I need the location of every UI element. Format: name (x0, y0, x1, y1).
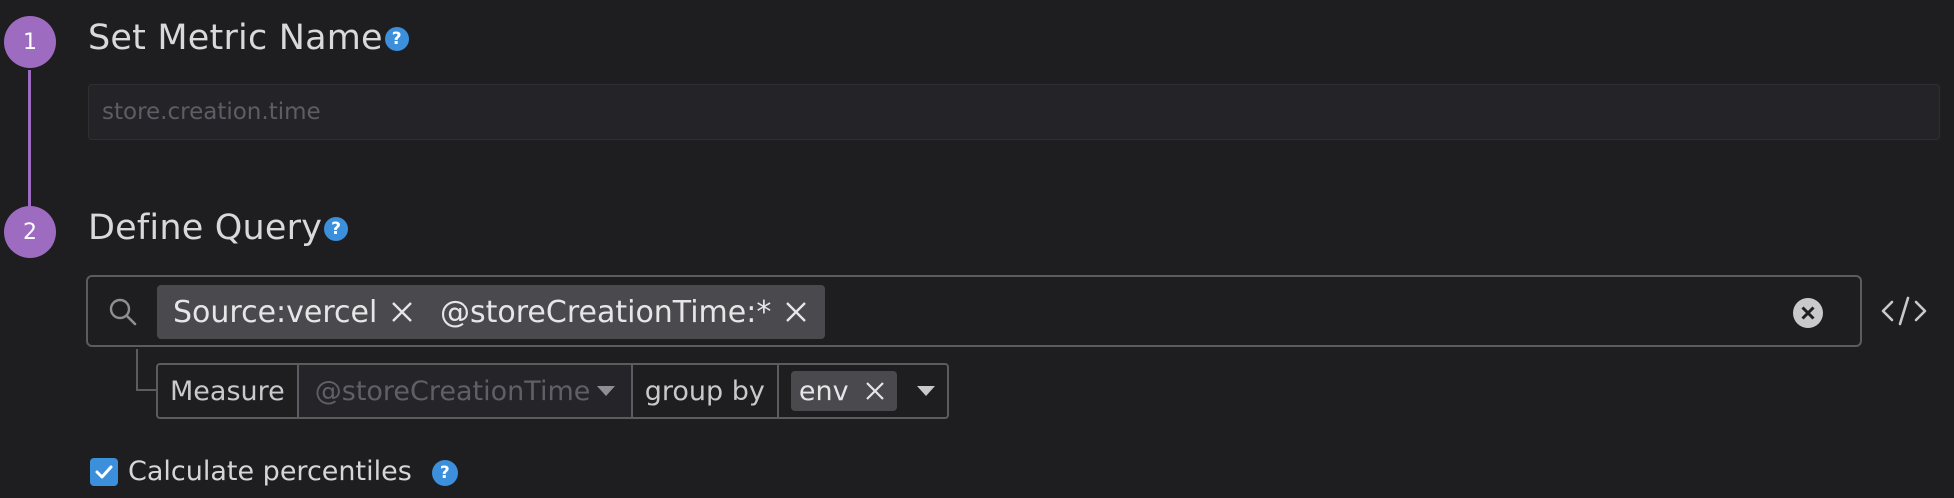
query-chip-source[interactable]: Source:vercel (157, 285, 432, 339)
query-search-bar[interactable]: Source:vercel @storeCreationTime:* (86, 275, 1862, 347)
percentiles-label: Calculate percentiles (128, 456, 412, 487)
caret-down-icon[interactable] (916, 386, 935, 396)
group-by-tag-env[interactable]: env (790, 371, 897, 411)
code-icon[interactable] (1880, 292, 1928, 330)
group-by-select[interactable]: env (779, 365, 947, 417)
measure-select[interactable]: @storeCreationTime (298, 365, 631, 417)
chip-label: @storeCreationTime:* (440, 294, 772, 330)
step-number: 2 (23, 219, 37, 245)
close-icon[interactable] (389, 299, 415, 325)
search-icon (109, 298, 137, 326)
close-icon[interactable] (783, 299, 809, 325)
tag-label: env (798, 375, 849, 407)
measure-placeholder: @storeCreationTime (314, 375, 591, 407)
metric-editor: 1 Set Metric Name ? 2 Define Query ? Sou… (0, 0, 1954, 498)
step-1-indicator: 1 (4, 16, 56, 68)
step-connector-line (28, 70, 31, 206)
help-icon[interactable]: ? (384, 27, 409, 51)
percentiles-checkbox[interactable] (90, 457, 118, 486)
chip-label: Source:vercel (173, 294, 378, 330)
measure-group-by-row: Measure @storeCreationTime group by env (156, 363, 949, 419)
query-tree-connector (136, 349, 158, 391)
step-title-text: Set Metric Name (88, 18, 383, 58)
help-icon[interactable]: ? (431, 459, 458, 486)
clear-circle-icon[interactable] (1792, 297, 1824, 329)
close-icon[interactable] (863, 379, 887, 403)
query-chip-attribute[interactable]: @storeCreationTime:* (424, 285, 826, 339)
group-by-label: group by (630, 365, 779, 417)
check-icon (95, 465, 113, 478)
measure-label: Measure (158, 365, 299, 417)
help-icon[interactable]: ? (324, 217, 349, 241)
step-number: 1 (23, 29, 37, 55)
caret-down-icon (596, 386, 615, 396)
step-2-title: Define Query ? (88, 208, 349, 248)
step-1-title: Set Metric Name ? (88, 18, 409, 58)
step-2-indicator: 2 (4, 206, 56, 258)
percentiles-option: Calculate percentiles ? (90, 456, 458, 487)
metric-name-input[interactable] (88, 84, 1940, 140)
step-title-text: Define Query (88, 208, 323, 248)
